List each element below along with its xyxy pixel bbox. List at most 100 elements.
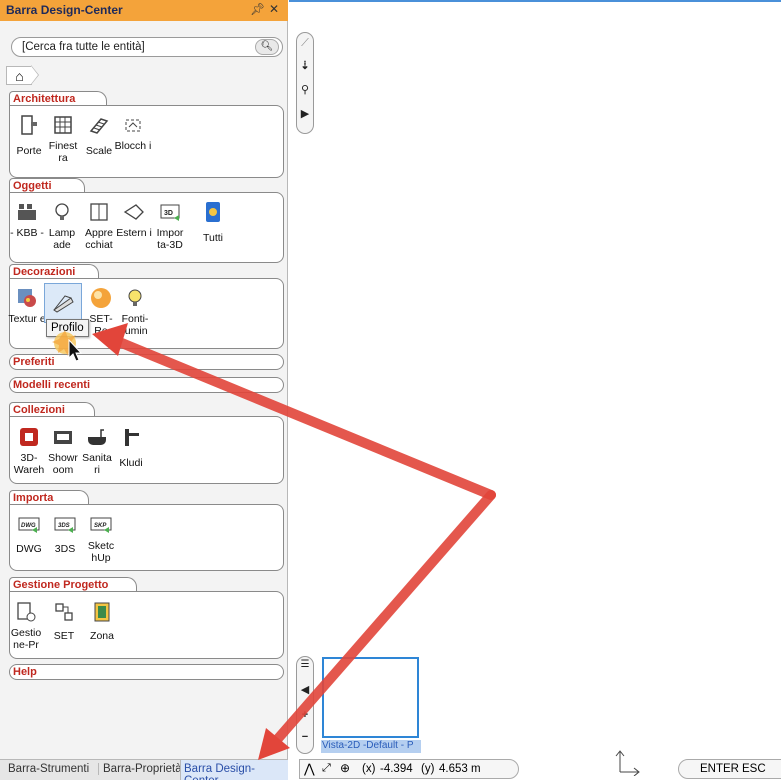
appliance-icon [90,203,108,221]
item-3d-warehouse[interactable]: 3D- Wareh [10,425,48,476]
item-3ds[interactable]: 3DS 3DS [46,513,84,555]
svg-text:3D: 3D [164,210,173,217]
zoom-icon[interactable]: ⚲ [297,83,313,96]
viewport-top-border [289,0,781,2]
section-title[interactable]: Importa [9,490,89,505]
x-value: -4.394 [380,763,413,775]
tab-barra-strumenti[interactable]: Barra-Strumenti [8,763,89,775]
view-thumbnail-label[interactable]: Vista-2D -Default - P [321,740,421,753]
faucet-icon [125,429,139,446]
section-architettura: Architettura Porte Finest ra Scale Blocc… [9,91,284,179]
sanitary-icon [88,429,106,445]
lamp-icon [55,203,69,220]
section-preferiti[interactable]: Preferiti [9,354,284,370]
svg-text:3DS: 3DS [58,523,70,529]
coordinate-bar: ⋀ ⤢ ⊕ (x) -4.394 (y) 4.653 m [299,759,519,779]
x-label: (x) [362,763,376,775]
section-title[interactable]: Collezioni [9,402,95,417]
section-title[interactable]: Oggetti [9,178,85,193]
design-center-panel: Barra Design-Center 📌︎ ✕ [Cerca fra tutt… [0,0,288,780]
item-fonti-luminose[interactable]: Fonti- lumin [116,286,154,337]
pin-icon[interactable]: 📌︎ [250,2,265,16]
item-porte[interactable]: Porte [10,113,48,157]
item-scale[interactable]: Scale [80,113,118,157]
window-icon [54,116,72,134]
search-icon: 🔍︎ [260,41,274,52]
warehouse-icon [20,428,38,446]
tab-barra-design-center[interactable]: Barra Design-Center [180,760,288,780]
item-profilo[interactable] [44,283,82,323]
search-input[interactable]: [Cerca fra tutte le entità] [11,37,283,57]
exterior-icon [123,204,144,220]
search-button[interactable]: 🔍︎ [255,39,279,55]
sketchup-icon: SKP [90,517,112,533]
section-oggetti: Oggetti - KBB - Lamp ade Appre cchiat Es… [9,178,284,264]
snap-icon[interactable]: ⤢ [322,762,331,775]
light-source-icon [128,289,142,306]
item-sketchup[interactable]: SKP Sketc hUp [82,513,120,564]
view-toolbar-top: ⟋ ⇣ ⚲ ▶ [296,32,314,134]
view-thumbnail[interactable] [322,657,419,738]
set-render-icon [91,288,111,308]
item-kbb[interactable]: - KBB - [8,200,46,239]
texture-icon [18,289,36,307]
zone-icon [94,602,110,622]
target-icon[interactable]: ⊕ [340,761,350,775]
enter-button[interactable]: ENTER [700,763,739,775]
panel-tabs: Barra-Strumenti Barra-Proprietà Barra De… [0,759,288,780]
blocks-icon [125,119,141,132]
item-zona[interactable]: Zona [83,600,121,642]
item-apparecchiature[interactable]: Appre cchiat [80,200,118,251]
svg-text:DWG: DWG [21,523,36,529]
zoom-out-icon[interactable]: − [297,731,313,743]
view-toolbar-bottom: ☰ ◀ + − [296,656,314,754]
set-icon [55,603,73,621]
home-breadcrumb[interactable]: ⌂ [6,66,32,85]
compass-icon[interactable]: ⋀ [304,761,315,777]
key-buttons: ENTER ESC [678,759,781,779]
project-manager-icon [17,602,36,622]
section-title[interactable]: Gestione Progetto [9,577,137,592]
section-help[interactable]: Help [9,664,284,680]
section-gestione-progetto: Gestione Progetto Gestio ne-Pr SET Zona [9,577,284,660]
axis-icon [615,750,640,776]
item-blocchi[interactable]: Blocch i [114,113,152,152]
item-dwg[interactable]: DWG DWG [10,513,48,555]
item-sanitari[interactable]: Sanita ri [78,425,116,476]
panel-title: Barra Design-Center [6,3,123,17]
item-texture[interactable]: Textur e [8,286,46,325]
play-icon[interactable]: ▶ [297,107,313,120]
item-showroom[interactable]: Showr oom [44,425,82,476]
item-set[interactable]: SET [45,600,83,642]
item-esterni[interactable]: Estern i [115,200,153,239]
section-collezioni: Collezioni 3D- Wareh Showr oom Sanita ri… [9,402,284,485]
section-modelli-recenti[interactable]: Modelli recenti [9,377,284,393]
item-finestra[interactable]: Finest ra [44,113,82,164]
item-importa-3d[interactable]: 3D Impor ta-3D [151,200,189,251]
tab-barra-proprieta[interactable]: Barra-Proprietà [98,763,182,775]
section-importa: Importa DWG DWG 3DS 3DS SKP Sketc hUp [9,490,284,572]
y-value: 4.653 m [439,763,481,775]
zoom-in-icon[interactable]: + [297,709,313,721]
door-icon [21,115,37,135]
diagonal-icon: ⟋ [301,37,309,49]
section-title[interactable]: Architettura [9,91,107,106]
item-tutti[interactable]: Tutti [194,200,232,244]
arrow-down-icon[interactable]: ⇣ [297,59,313,72]
showroom-icon [54,431,72,444]
profile-icon [53,295,74,313]
3ds-icon: 3DS [54,517,76,533]
close-icon[interactable]: ✕ [269,2,279,16]
play-left-icon[interactable]: ◀ [297,683,313,696]
section-decorazioni: Decorazioni Textur e SET- Re Fonti- lumi… [8,264,284,350]
stairs-icon [89,118,109,134]
y-label: (y) [421,763,435,775]
home-icon: ⌂ [15,68,24,84]
item-gestione-progetto[interactable]: Gestio ne-Pr [7,600,45,651]
section-title[interactable]: Decorazioni [9,264,99,279]
esc-button[interactable]: ESC [742,763,766,775]
app-window: Barra Design-Center 📌︎ ✕ [Cerca fra tutt… [0,0,781,780]
item-kludi[interactable]: Kludi [112,425,150,469]
item-lampade[interactable]: Lamp ade [43,200,81,251]
list-icon[interactable]: ☰ [297,659,313,670]
